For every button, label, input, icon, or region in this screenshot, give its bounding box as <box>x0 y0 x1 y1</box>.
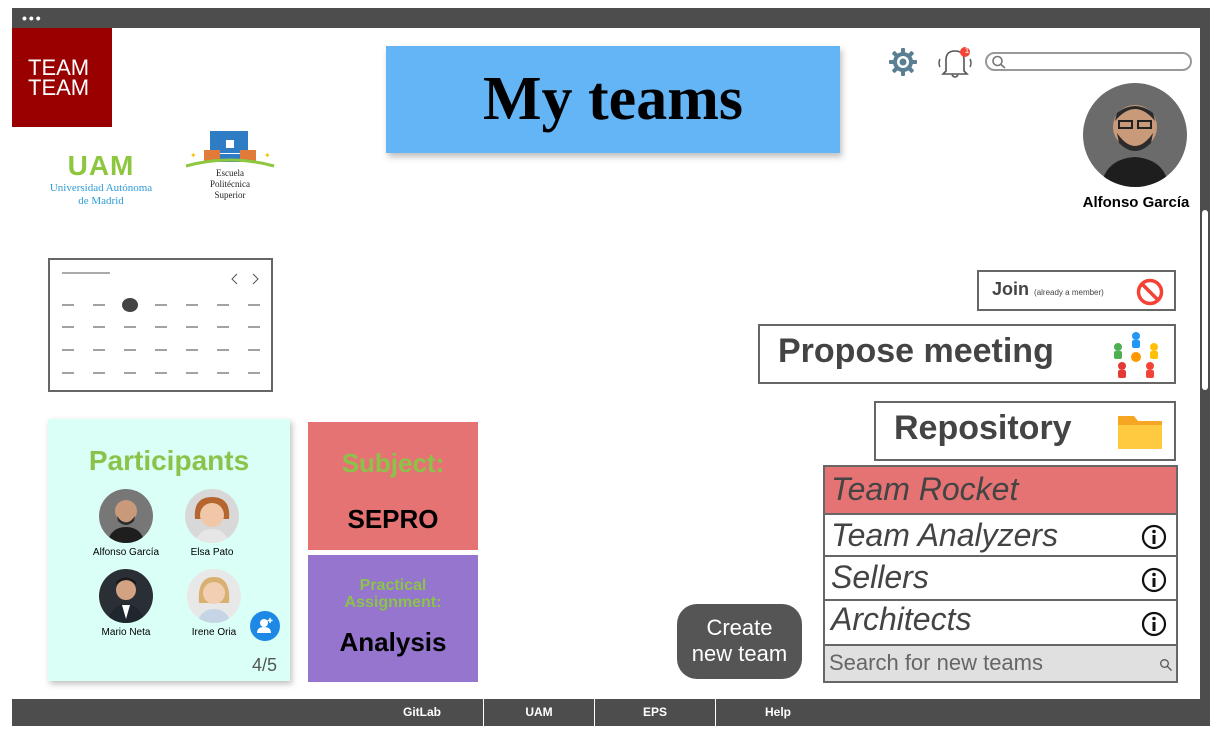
propose-meeting-button[interactable]: Propose meeting <box>758 324 1176 384</box>
team-name: Team Rocket <box>831 471 1019 507</box>
repository-button[interactable]: Repository <box>874 401 1176 461</box>
create-team-button[interactable]: Create new team <box>677 604 802 679</box>
settings-gear-icon[interactable] <box>888 47 918 77</box>
team-item-selected[interactable]: Team Rocket <box>823 465 1178 515</box>
team-search-input[interactable] <box>827 648 1151 678</box>
teamteam-logo[interactable]: TEAM TEAM <box>12 28 112 127</box>
propose-meeting-label: Propose meeting <box>778 332 1054 370</box>
participant-avatar <box>185 489 239 543</box>
participant-avatar <box>99 489 153 543</box>
participant-name: Mario Neta <box>101 627 151 638</box>
participant-name: Irene Oria <box>191 627 237 638</box>
participant[interactable]: Irene Oria <box>174 569 254 638</box>
team-name: Sellers <box>831 559 929 595</box>
folder-icon <box>1118 416 1162 449</box>
calendar-nav-icons <box>231 273 259 285</box>
team-item[interactable]: Team Analyzers <box>823 513 1178 557</box>
join-sublabel: (already a member) <box>1034 288 1104 297</box>
team-name: Architects <box>831 601 972 637</box>
footer-link-uam[interactable]: UAM <box>484 699 594 726</box>
info-icon[interactable] <box>1141 524 1167 550</box>
team-item[interactable]: Architects <box>823 599 1178 646</box>
participant[interactable]: Elsa Pato <box>172 489 252 558</box>
eps-line-3: Superior <box>214 190 246 200</box>
svg-text:✦: ✦ <box>264 151 271 160</box>
join-label: Join <box>992 279 1030 299</box>
window-dots: ••• <box>22 10 43 26</box>
window-titlebar <box>12 8 1210 28</box>
search-icon <box>992 55 1006 69</box>
page-title: My teams <box>483 65 743 133</box>
footer-link-gitlab[interactable]: GitLab <box>362 699 482 726</box>
scrollbar-thumb[interactable] <box>1202 210 1208 390</box>
notification-count-badge: 1 <box>964 46 970 55</box>
info-icon[interactable] <box>1141 611 1167 637</box>
uam-logo-line-2: de Madrid <box>78 195 124 207</box>
participant-name: Alfonso García <box>92 547 160 558</box>
participant[interactable]: Alfonso García <box>86 489 166 558</box>
search-icon[interactable] <box>1159 658 1173 672</box>
eps-line-1: Escuela <box>216 168 244 178</box>
subject-card: Subject: SEPRO <box>308 422 478 550</box>
participant-avatar <box>99 569 153 623</box>
eps-building-icon: ✦ ✦ <box>185 131 275 168</box>
practical-label-line-1: Practical <box>359 577 427 594</box>
teams-list: Team Rocket Team Analyzers Sellers Archi… <box>823 465 1178 683</box>
participant[interactable]: Mario Neta <box>86 569 166 638</box>
info-icon[interactable] <box>1141 567 1167 593</box>
prohibited-icon <box>1136 278 1164 306</box>
page-title-banner: My teams <box>386 46 840 153</box>
footer-link-eps[interactable]: EPS <box>595 699 715 726</box>
uam-logo-line-1: Universidad Autónoma <box>49 182 153 194</box>
practical-assignment-card: Practical Assignment: Analysis <box>308 555 478 682</box>
practical-value: Analysis <box>339 627 447 657</box>
user-avatar[interactable] <box>1083 83 1187 187</box>
svg-text:✦: ✦ <box>190 151 197 160</box>
eps-logo: ✦ ✦ Escuela Politécnica Superior <box>182 128 278 212</box>
uam-logo-title: UAM <box>67 150 135 181</box>
create-team-line-2: new team <box>691 641 788 666</box>
participant-avatar <box>187 569 241 623</box>
meeting-people-icon <box>1114 332 1158 378</box>
practical-label-line-2: Assignment: <box>344 594 442 611</box>
user-name: Alfonso García <box>1082 194 1190 211</box>
create-team-line-1: Create <box>706 615 773 640</box>
subject-value: SEPRO <box>347 504 439 534</box>
subject-label: Subject: <box>341 448 445 478</box>
participant-count: 4/5 <box>252 655 278 675</box>
uam-logo: UAM Universidad Autónoma de Madrid <box>40 150 162 208</box>
footer-link-help[interactable]: Help <box>716 699 840 726</box>
team-item[interactable]: Sellers <box>823 555 1178 601</box>
participants-card: Participants Alfonso García Elsa Pato Ma… <box>48 419 290 681</box>
participant-name: Elsa Pato <box>190 547 234 558</box>
repository-label: Repository <box>894 409 1072 447</box>
eps-line-2: Politécnica <box>210 179 250 189</box>
footer-bar: GitLab UAM EPS Help <box>12 699 1210 726</box>
calendar-widget[interactable] <box>48 258 273 392</box>
team-search-field <box>823 644 1178 683</box>
logo-line-2: TEAM <box>28 75 90 100</box>
join-button[interactable]: Join (already a member) <box>977 270 1176 311</box>
global-search-input[interactable] <box>985 52 1192 71</box>
participants-title: Participants <box>88 445 250 476</box>
team-name: Team Analyzers <box>831 517 1059 553</box>
add-participant-icon[interactable] <box>250 611 280 641</box>
